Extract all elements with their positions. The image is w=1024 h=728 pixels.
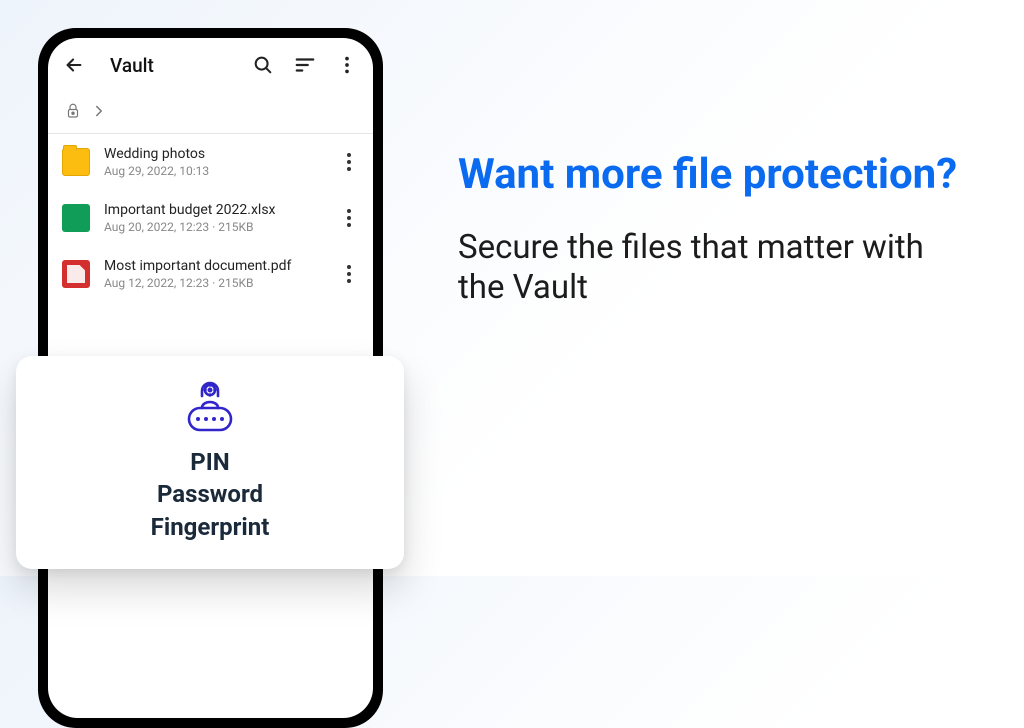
overflow-icon[interactable]: [335, 53, 359, 77]
file-meta: Aug 20, 2022, 12:23 · 215KB: [104, 220, 325, 234]
list-item[interactable]: Most important document.pdf Aug 12, 2022…: [48, 246, 373, 302]
search-icon[interactable]: [251, 53, 275, 77]
marketing-copy: Want more file protection? Secure the fi…: [458, 150, 978, 308]
pdf-icon: [62, 260, 90, 288]
spreadsheet-icon: [62, 204, 90, 232]
headline: Want more file protection?: [458, 150, 978, 200]
subheadline: Secure the files that matter with the Va…: [458, 228, 978, 309]
folder-icon: [62, 148, 90, 176]
item-overflow-icon[interactable]: [339, 153, 359, 171]
file-name: Most important document.pdf: [104, 258, 325, 274]
sort-icon[interactable]: [293, 53, 317, 77]
security-card: PIN Password Fingerprint: [16, 356, 404, 569]
file-meta: Aug 29, 2022, 10:13: [104, 164, 325, 178]
file-list: Wedding photos Aug 29, 2022, 10:13 Impor…: [48, 134, 373, 302]
card-line: Password: [26, 478, 394, 510]
lock-pin-icon: [26, 378, 394, 438]
card-line: PIN: [26, 446, 394, 478]
file-meta: Aug 12, 2022, 12:23 · 215KB: [104, 276, 325, 290]
card-line: Fingerprint: [26, 511, 394, 543]
lock-icon: [64, 102, 82, 124]
list-item[interactable]: Important budget 2022.xlsx Aug 20, 2022,…: [48, 190, 373, 246]
page-title: Vault: [110, 54, 233, 77]
back-icon[interactable]: [62, 53, 86, 77]
app-topbar: Vault: [48, 38, 373, 92]
item-overflow-icon[interactable]: [339, 209, 359, 227]
list-item[interactable]: Wedding photos Aug 29, 2022, 10:13: [48, 134, 373, 190]
chevron-right-icon: [90, 102, 108, 124]
item-overflow-icon[interactable]: [339, 265, 359, 283]
file-name: Wedding photos: [104, 146, 325, 162]
file-name: Important budget 2022.xlsx: [104, 202, 325, 218]
breadcrumb[interactable]: [48, 92, 373, 134]
